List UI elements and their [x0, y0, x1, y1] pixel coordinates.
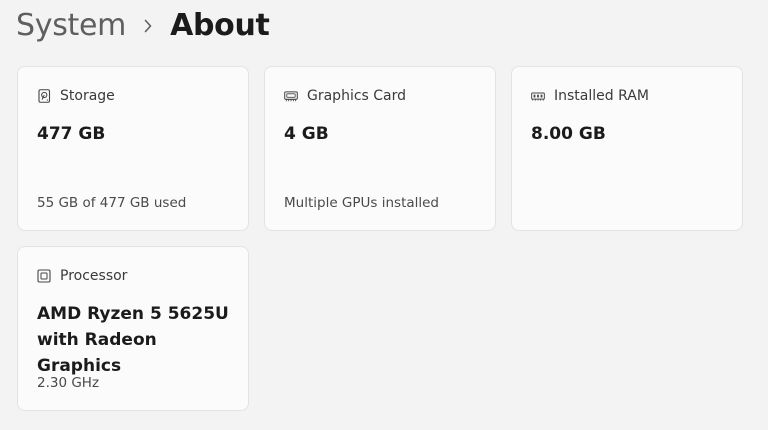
- installed-ram-value: 8.00 GB: [531, 124, 606, 144]
- graphics-card-card[interactable]: Graphics Card 4 GB Multiple GPUs install…: [264, 66, 496, 231]
- about-page: System About Storage 477 GB 55 GB of 477…: [0, 0, 768, 430]
- storage-card[interactable]: Storage 477 GB 55 GB of 477 GB used: [17, 66, 249, 231]
- installed-ram-card[interactable]: Installed RAM 8.00 GB: [511, 66, 743, 231]
- graphics-card-value: 4 GB: [284, 124, 329, 144]
- storage-usage-text: 55 GB of 477 GB used: [37, 195, 187, 211]
- storage-label: Storage: [60, 88, 115, 104]
- storage-icon: [37, 89, 51, 103]
- processor-header: Processor: [37, 267, 127, 285]
- installed-ram-label: Installed RAM: [554, 88, 649, 104]
- processor-speed: 2.30 GHz: [37, 375, 100, 391]
- processor-name-line-2: with Radeon Graphics: [37, 330, 157, 376]
- graphics-card-icon: [284, 89, 298, 103]
- ram-icon: [531, 89, 545, 103]
- processor-card[interactable]: Processor AMD Ryzen 5 5625U with Radeon …: [17, 246, 249, 411]
- chevron-right-icon: [126, 4, 170, 48]
- processor-label: Processor: [60, 268, 128, 284]
- storage-card-header: Storage: [37, 87, 115, 105]
- storage-value: 477 GB: [37, 124, 106, 144]
- processor-name-line-1: AMD Ryzen 5 5625U: [37, 304, 229, 324]
- breadcrumb: System About: [16, 4, 270, 48]
- graphics-card-header: Graphics Card: [284, 87, 406, 105]
- graphics-card-label: Graphics Card: [307, 88, 407, 104]
- installed-ram-header: Installed RAM: [531, 87, 649, 105]
- page-title: About: [170, 8, 270, 43]
- processor-value: AMD Ryzen 5 5625U with Radeon Graphics: [37, 301, 237, 379]
- graphics-card-detail: Multiple GPUs installed: [284, 195, 440, 211]
- breadcrumb-system-link[interactable]: System: [16, 11, 126, 41]
- processor-icon: [37, 269, 51, 283]
